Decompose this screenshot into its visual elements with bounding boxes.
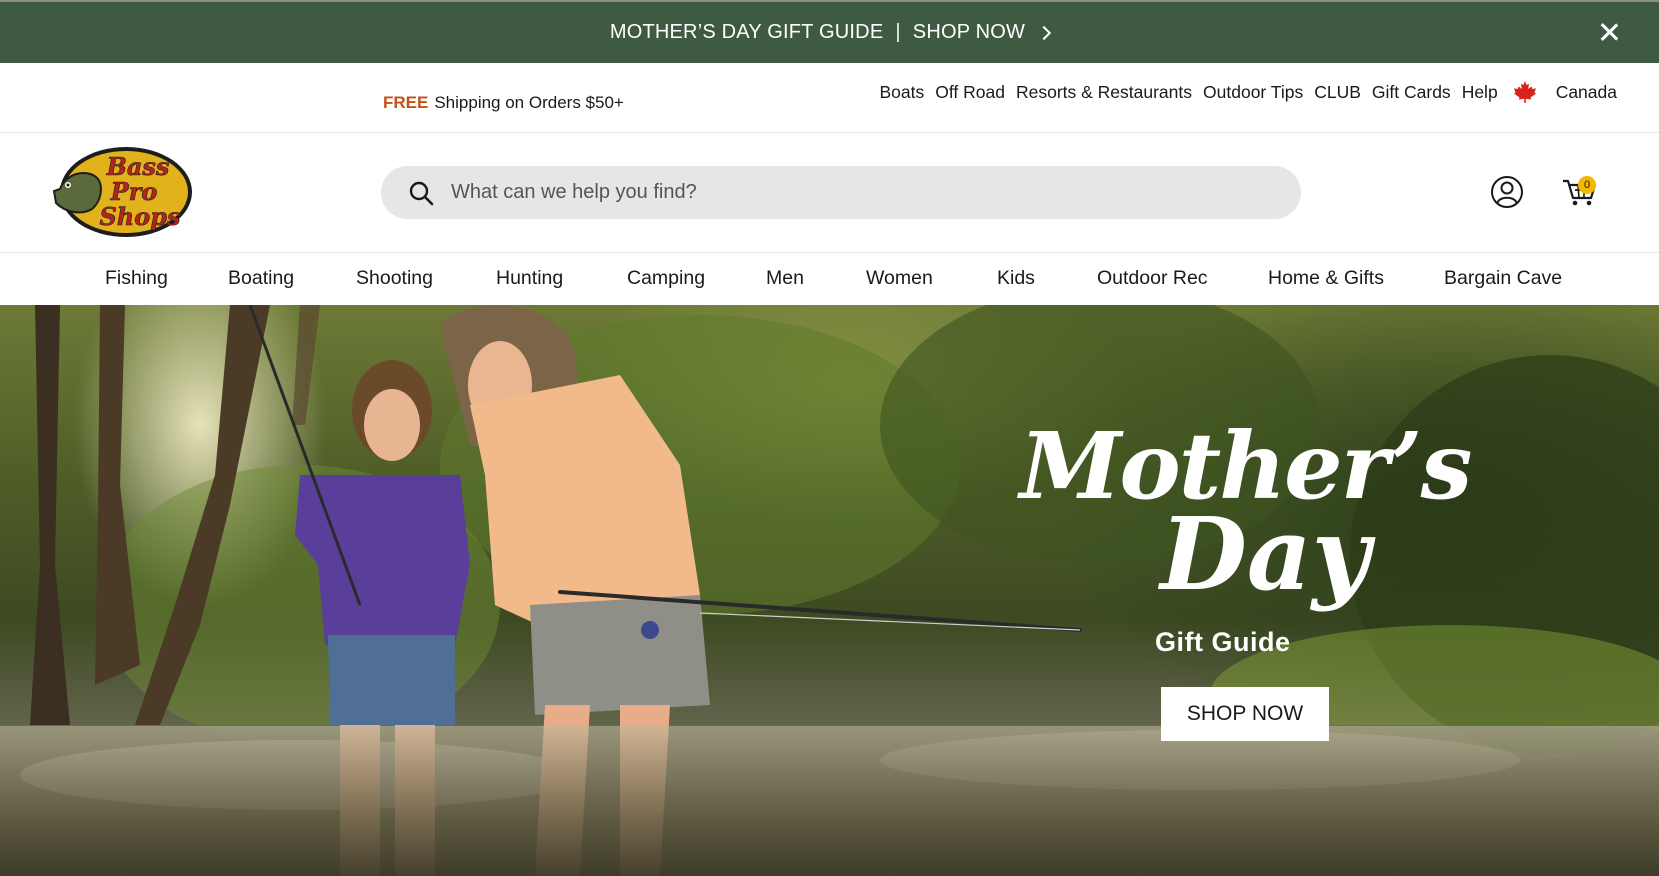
util-link-country[interactable]: Canada xyxy=(1556,82,1617,103)
utility-bar: FREE Shipping on Orders $50+ Boats Off Ro… xyxy=(0,63,1659,133)
hero-banner[interactable]: Mother’s Day Gift Guide SHOP NOW xyxy=(0,305,1659,876)
nav-bargain-cave[interactable]: Bargain Cave xyxy=(1444,267,1562,290)
hero-subtitle: Gift Guide xyxy=(1155,627,1291,657)
util-link-help[interactable]: Help xyxy=(1462,82,1498,103)
promo-separator: | xyxy=(895,21,901,43)
utility-links: Boats Off Road Resorts & Restaurants Out… xyxy=(880,80,1617,104)
nav-kids[interactable]: Kids xyxy=(997,267,1035,290)
nav-camping[interactable]: Camping xyxy=(627,267,705,290)
shipping-message: FREE Shipping on Orders $50+ xyxy=(383,93,624,113)
search-input[interactable] xyxy=(451,181,1271,204)
hero-water-overlay xyxy=(0,726,1659,876)
util-link-gift-cards[interactable]: Gift Cards xyxy=(1372,82,1451,103)
search-bar[interactable] xyxy=(381,166,1301,219)
main-header: Bass Pro Shops 0 xyxy=(0,133,1659,253)
promo-banner: MOTHER’S DAY GIFT GUIDE | SHOP NOW xyxy=(0,0,1659,63)
nav-home-gifts[interactable]: Home & Gifts xyxy=(1268,267,1384,290)
free-label: FREE xyxy=(383,93,429,112)
close-icon[interactable] xyxy=(1599,22,1619,42)
nav-men[interactable]: Men xyxy=(766,267,804,290)
hero-title-line2: Day xyxy=(1160,495,1370,613)
chevron-right-icon xyxy=(1037,25,1052,40)
bass-pro-shops-logo[interactable]: Bass Pro Shops xyxy=(52,143,194,239)
cart-count-badge: 0 xyxy=(1578,176,1596,194)
promo-link[interactable]: MOTHER’S DAY GIFT GUIDE | SHOP NOW xyxy=(609,21,1052,44)
nav-hunting[interactable]: Hunting xyxy=(496,267,563,290)
shipping-text: Shipping on Orders $50+ xyxy=(434,93,624,112)
maple-leaf-icon[interactable] xyxy=(1513,80,1537,104)
nav-boating[interactable]: Boating xyxy=(228,267,294,290)
util-link-boats[interactable]: Boats xyxy=(880,82,925,103)
util-link-off-road[interactable]: Off Road xyxy=(935,82,1005,103)
hero-shop-now-button[interactable]: SHOP NOW xyxy=(1161,687,1329,741)
svg-text:Shops: Shops xyxy=(99,202,181,231)
util-link-club[interactable]: CLUB xyxy=(1314,82,1361,103)
promo-text: MOTHER’S DAY GIFT GUIDE xyxy=(609,21,884,43)
util-link-outdoor-tips[interactable]: Outdoor Tips xyxy=(1203,82,1303,103)
nav-shooting[interactable]: Shooting xyxy=(356,267,433,290)
search-icon[interactable] xyxy=(407,179,435,207)
nav-outdoor-rec[interactable]: Outdoor Rec xyxy=(1097,267,1208,290)
promo-cta[interactable]: SHOP NOW xyxy=(913,21,1025,44)
account-icon[interactable] xyxy=(1490,175,1524,209)
category-nav: Fishing Boating Shooting Hunting Camping… xyxy=(0,253,1659,305)
nav-women[interactable]: Women xyxy=(866,267,933,290)
util-link-resorts[interactable]: Resorts & Restaurants xyxy=(1016,82,1192,103)
hero-title: Mother’s Day xyxy=(1010,420,1480,613)
nav-fishing[interactable]: Fishing xyxy=(105,267,168,290)
